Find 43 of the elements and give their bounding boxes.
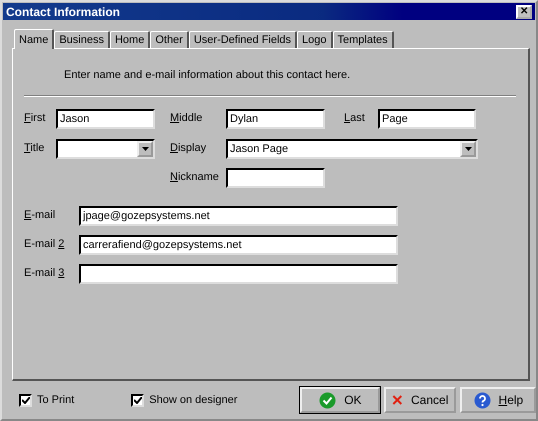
email-field[interactable]: carrerafiend@gozepsystems.net <box>79 235 398 255</box>
field-label: E-mail 3 <box>24 266 66 279</box>
email-field[interactable]: jpage@gozepsystems.net <box>79 206 398 226</box>
nickname-field[interactable] <box>226 168 325 188</box>
check-icon <box>22 396 30 404</box>
field-label: First <box>24 111 46 124</box>
checkbox-label: Show on designer <box>149 394 238 406</box>
display-dropdown[interactable]: Jason Page <box>226 139 478 159</box>
dropdown-button[interactable] <box>137 141 153 157</box>
checkbox[interactable] <box>131 394 144 406</box>
tab[interactable]: Business <box>54 31 110 48</box>
first-name-field[interactable]: Jason <box>56 109 155 129</box>
check-circle-icon <box>319 392 336 408</box>
caret-icon <box>142 147 148 151</box>
tab[interactable]: Templates <box>332 31 394 48</box>
close-button[interactable]: ✕ <box>516 4 532 18</box>
tab[interactable]: User-Defined Fields <box>188 31 298 48</box>
middle-name-field[interactable]: Dylan <box>226 109 325 129</box>
checkbox-label: To Print <box>37 394 74 406</box>
field-label: E-mail <box>24 208 56 221</box>
ok-button[interactable]: OK <box>300 387 380 413</box>
tab[interactable]: Home <box>110 31 150 48</box>
title-dropdown[interactable] <box>56 139 155 159</box>
description-text: Enter name and e-mail information about this contact here. <box>63 69 352 83</box>
help-icon <box>474 392 491 408</box>
field-label: Display <box>170 141 208 154</box>
cancel-button[interactable]: Cancel <box>384 387 456 413</box>
tab[interactable]: Other <box>150 31 189 48</box>
checkbox[interactable] <box>19 394 32 406</box>
help-button[interactable]: Help <box>460 387 536 413</box>
dropdown-button[interactable] <box>460 141 476 157</box>
tab[interactable]: Name <box>14 29 54 49</box>
caret-icon <box>464 147 472 151</box>
tab[interactable]: Logo <box>297 31 333 48</box>
window-title: Contact Information <box>6 4 120 18</box>
field-label: Nickname <box>170 170 220 183</box>
field-label: E-mail 2 <box>24 237 66 250</box>
field-label: Last <box>344 111 366 124</box>
last-name-field[interactable]: Page <box>378 109 476 129</box>
email-field[interactable] <box>79 264 398 284</box>
field-label: Middle <box>170 111 204 124</box>
field-label: Title <box>24 141 46 154</box>
check-icon <box>134 396 142 404</box>
